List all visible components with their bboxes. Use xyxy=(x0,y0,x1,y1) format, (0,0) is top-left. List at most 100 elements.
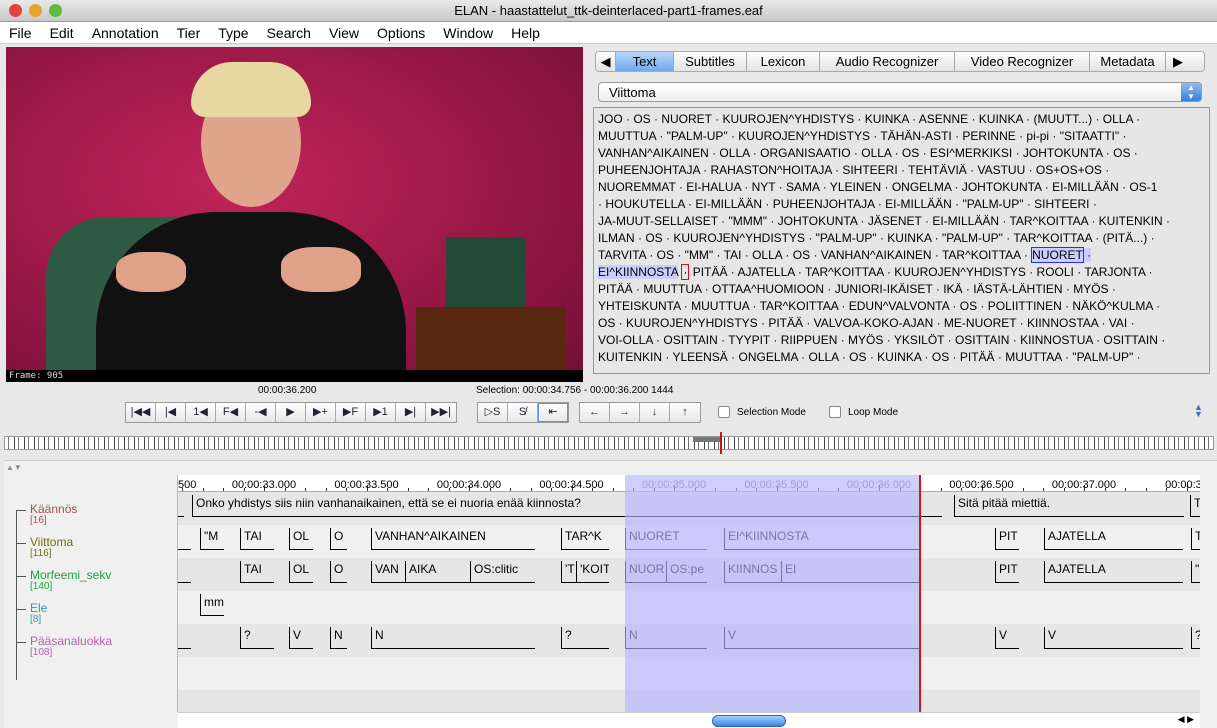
zoom-window-button[interactable] xyxy=(49,4,62,17)
annotation[interactable]: N xyxy=(330,627,347,649)
tab-lexicon[interactable]: Lexicon xyxy=(747,52,820,71)
navigation-button[interactable]: ↑ xyxy=(670,403,700,422)
highlighted-annotation[interactable]: NUORET xyxy=(1031,247,1084,263)
tier-label[interactable]: Käännös xyxy=(30,502,77,516)
annotation[interactable]: PIT xyxy=(995,528,1019,550)
sort-arrows-icon[interactable]: ▲▼ xyxy=(6,463,22,472)
tab-scroll-left-button[interactable]: ◀ xyxy=(596,52,616,71)
annotation[interactable]: 'KOIT xyxy=(576,561,609,583)
player-button[interactable]: |◀ xyxy=(156,403,186,422)
annotation[interactable]: "M xyxy=(200,528,225,550)
tier-label[interactable]: Viittoma xyxy=(30,535,73,549)
annotation[interactable]: VANHAN^AIKAINEN xyxy=(371,528,535,550)
tier-label[interactable]: Ele xyxy=(30,601,47,615)
annotation[interactable]: V xyxy=(289,627,313,649)
annotation[interactable]: V xyxy=(1044,627,1183,649)
selection-button[interactable]: ⇤ xyxy=(538,403,568,422)
menu-search[interactable]: Search xyxy=(258,25,320,41)
annotation[interactable] xyxy=(178,561,192,583)
selection-button[interactable]: S̸ xyxy=(508,403,538,422)
tier-labels: Käännös [16] Viittoma [116] Morfeemi_sekv [14… xyxy=(4,475,178,712)
menu-window[interactable]: Window xyxy=(434,25,502,41)
menu-annotation[interactable]: Annotation xyxy=(83,25,168,41)
player-button[interactable]: F◀ xyxy=(216,403,246,422)
annotation[interactable]: Sitä pitää miettiä. xyxy=(954,495,1185,517)
player-button[interactable]: ▶1 xyxy=(366,403,396,422)
annotation[interactable]: AIKA xyxy=(405,561,471,583)
annotation[interactable]: ? xyxy=(561,627,609,649)
menu-tier[interactable]: Tier xyxy=(168,25,210,41)
menu-view[interactable]: View xyxy=(320,25,368,41)
annotation[interactable]: T xyxy=(1191,528,1200,550)
checkbox-icon xyxy=(718,406,730,418)
annotation[interactable]: V xyxy=(995,627,1019,649)
tab-audio-recognizer[interactable]: Audio Recognizer xyxy=(820,52,955,71)
annotation[interactable]: AJATELLA xyxy=(1044,561,1183,583)
annotation[interactable]: ? xyxy=(1191,627,1200,649)
scroll-arrows-icon[interactable]: ◀ ▶ xyxy=(1178,714,1194,725)
annotation[interactable]: TAI xyxy=(240,528,275,550)
ruler-label: 00:00:34.500 xyxy=(539,479,604,491)
annotation[interactable]: mm xyxy=(200,594,225,616)
annotation[interactable]: O xyxy=(330,561,347,583)
minimize-window-button[interactable] xyxy=(29,4,42,17)
selection-button[interactable]: ▷S xyxy=(478,403,508,422)
selection-mode-checkbox[interactable]: Selection Mode xyxy=(718,406,806,418)
annotation[interactable]: VAN xyxy=(371,561,406,583)
horizontal-scrollbar[interactable]: ◀ ▶ xyxy=(178,712,1200,728)
timeline-overview-bar[interactable] xyxy=(4,432,1214,454)
annotation[interactable]: ? xyxy=(240,627,275,649)
annotation[interactable] xyxy=(178,528,192,550)
annotation[interactable] xyxy=(178,627,192,649)
menu-options[interactable]: Options xyxy=(368,25,434,41)
menu-type[interactable]: Type xyxy=(209,25,257,41)
annotation[interactable]: OS:clitic xyxy=(470,561,535,583)
player-button[interactable]: |◀◀ xyxy=(126,403,156,422)
video-player[interactable]: Frame: 905 xyxy=(6,47,583,382)
annotation[interactable] xyxy=(178,495,185,517)
player-button[interactable]: ▶F xyxy=(336,403,366,422)
tab-metadata[interactable]: Metadata xyxy=(1090,52,1166,71)
annotation[interactable]: O xyxy=(330,528,347,550)
annotation[interactable]: TAR^K xyxy=(561,528,609,550)
player-button[interactable]: ▶▶| xyxy=(426,403,456,422)
annotation[interactable]: PIT xyxy=(995,561,1019,583)
tab-video-recognizer[interactable]: Video Recognizer xyxy=(955,52,1090,71)
annotation[interactable]: TAI xyxy=(240,561,275,583)
highlighted-annotation[interactable]: EI^KIINNOSTA xyxy=(598,265,679,279)
tier-select-dropdown[interactable]: Viittoma ▲ ▼ xyxy=(598,82,1202,102)
annotation[interactable]: 'T xyxy=(561,561,576,583)
annotation[interactable]: N xyxy=(371,627,535,649)
crosshair[interactable] xyxy=(919,475,921,712)
player-button[interactable]: -◀ xyxy=(246,403,276,422)
tier-label[interactable]: Pääsanaluokka xyxy=(30,634,112,648)
menu-edit[interactable]: Edit xyxy=(41,25,83,41)
menu-help[interactable]: Help xyxy=(502,25,549,41)
expand-collapse-icon[interactable]: ▲ ▼ xyxy=(1194,403,1203,419)
close-window-button[interactable] xyxy=(9,4,22,17)
loop-mode-checkbox[interactable]: Loop Mode xyxy=(829,406,898,418)
navigation-button[interactable]: → xyxy=(610,403,640,422)
annotation[interactable]: OL xyxy=(289,561,313,583)
player-button[interactable]: ▶ xyxy=(276,403,306,422)
navigation-button[interactable]: ↓ xyxy=(640,403,670,422)
annotation[interactable]: AJATELLA xyxy=(1044,528,1183,550)
overview-viewport[interactable] xyxy=(693,437,721,442)
tab-subtitles[interactable]: Subtitles xyxy=(674,52,747,71)
tab-text[interactable]: Text xyxy=(616,52,674,71)
player-button[interactable]: ▶+ xyxy=(306,403,336,422)
player-button[interactable]: 1◀ xyxy=(186,403,216,422)
annotation[interactable]: OL xyxy=(289,528,313,550)
text-viewer[interactable]: JOO · OS · NUORET · KUUROJEN^YHDISTYS · … xyxy=(593,107,1210,374)
navigation-button[interactable]: ← xyxy=(580,403,610,422)
tab-scroll-right-button[interactable]: ▶ xyxy=(1166,52,1190,71)
scrollbar-thumb[interactable] xyxy=(712,715,786,727)
player-button[interactable]: ▶| xyxy=(396,403,426,422)
annotation[interactable]: " xyxy=(1191,561,1200,583)
highlighted-annotation[interactable]: · xyxy=(1083,248,1092,262)
tier-label[interactable]: Morfeemi_sekv xyxy=(30,568,111,582)
ruler-label: 00:00:33.500 xyxy=(334,479,399,491)
text-segment: JOO · OS · NUORET · KUUROJEN^YHDISTYS · … xyxy=(598,112,1141,126)
menu-file[interactable]: File xyxy=(0,25,41,41)
annotation[interactable]: T xyxy=(1189,495,1200,517)
